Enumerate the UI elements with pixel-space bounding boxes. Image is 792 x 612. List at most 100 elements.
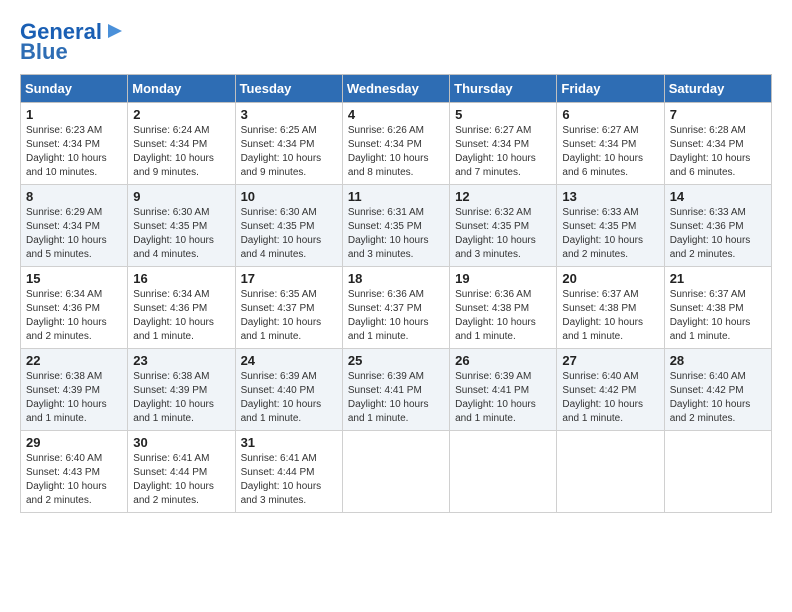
calendar-cell: 9 Sunrise: 6:30 AMSunset: 4:35 PMDayligh… xyxy=(128,185,235,267)
day-info: Sunrise: 6:23 AMSunset: 4:34 PMDaylight:… xyxy=(26,125,107,178)
day-number: 7 xyxy=(670,107,766,122)
day-info: Sunrise: 6:29 AMSunset: 4:34 PMDaylight:… xyxy=(26,207,107,260)
day-number: 21 xyxy=(670,271,766,286)
calendar-week-row: 1 Sunrise: 6:23 AMSunset: 4:34 PMDayligh… xyxy=(21,103,772,185)
day-info: Sunrise: 6:39 AMSunset: 4:41 PMDaylight:… xyxy=(455,371,536,424)
calendar-cell xyxy=(664,431,771,513)
day-info: Sunrise: 6:24 AMSunset: 4:34 PMDaylight:… xyxy=(133,125,214,178)
day-info: Sunrise: 6:41 AMSunset: 4:44 PMDaylight:… xyxy=(241,453,322,506)
day-number: 5 xyxy=(455,107,551,122)
calendar-cell: 11 Sunrise: 6:31 AMSunset: 4:35 PMDaylig… xyxy=(342,185,449,267)
calendar-cell: 15 Sunrise: 6:34 AMSunset: 4:36 PMDaylig… xyxy=(21,267,128,349)
day-info: Sunrise: 6:37 AMSunset: 4:38 PMDaylight:… xyxy=(562,289,643,342)
day-number: 13 xyxy=(562,189,658,204)
calendar-cell: 13 Sunrise: 6:33 AMSunset: 4:35 PMDaylig… xyxy=(557,185,664,267)
calendar-cell: 19 Sunrise: 6:36 AMSunset: 4:38 PMDaylig… xyxy=(450,267,557,349)
calendar-dow-tuesday: Tuesday xyxy=(235,75,342,103)
calendar-cell: 6 Sunrise: 6:27 AMSunset: 4:34 PMDayligh… xyxy=(557,103,664,185)
calendar-week-row: 15 Sunrise: 6:34 AMSunset: 4:36 PMDaylig… xyxy=(21,267,772,349)
day-info: Sunrise: 6:38 AMSunset: 4:39 PMDaylight:… xyxy=(26,371,107,424)
calendar-cell: 24 Sunrise: 6:39 AMSunset: 4:40 PMDaylig… xyxy=(235,349,342,431)
calendar-cell: 7 Sunrise: 6:28 AMSunset: 4:34 PMDayligh… xyxy=(664,103,771,185)
day-number: 4 xyxy=(348,107,444,122)
calendar-dow-saturday: Saturday xyxy=(664,75,771,103)
day-info: Sunrise: 6:40 AMSunset: 4:42 PMDaylight:… xyxy=(670,371,751,424)
day-number: 22 xyxy=(26,353,122,368)
day-number: 12 xyxy=(455,189,551,204)
day-info: Sunrise: 6:34 AMSunset: 4:36 PMDaylight:… xyxy=(26,289,107,342)
day-number: 20 xyxy=(562,271,658,286)
calendar-week-row: 8 Sunrise: 6:29 AMSunset: 4:34 PMDayligh… xyxy=(21,185,772,267)
calendar-table: SundayMondayTuesdayWednesdayThursdayFrid… xyxy=(20,74,772,513)
calendar-cell xyxy=(450,431,557,513)
day-info: Sunrise: 6:33 AMSunset: 4:35 PMDaylight:… xyxy=(562,207,643,260)
day-info: Sunrise: 6:26 AMSunset: 4:34 PMDaylight:… xyxy=(348,125,429,178)
day-number: 28 xyxy=(670,353,766,368)
calendar-dow-sunday: Sunday xyxy=(21,75,128,103)
day-number: 30 xyxy=(133,435,229,450)
calendar-cell: 2 Sunrise: 6:24 AMSunset: 4:34 PMDayligh… xyxy=(128,103,235,185)
calendar-cell: 25 Sunrise: 6:39 AMSunset: 4:41 PMDaylig… xyxy=(342,349,449,431)
day-number: 19 xyxy=(455,271,551,286)
day-info: Sunrise: 6:33 AMSunset: 4:36 PMDaylight:… xyxy=(670,207,751,260)
day-number: 16 xyxy=(133,271,229,286)
day-number: 6 xyxy=(562,107,658,122)
calendar-cell xyxy=(557,431,664,513)
calendar-cell: 12 Sunrise: 6:32 AMSunset: 4:35 PMDaylig… xyxy=(450,185,557,267)
calendar-cell: 31 Sunrise: 6:41 AMSunset: 4:44 PMDaylig… xyxy=(235,431,342,513)
day-info: Sunrise: 6:41 AMSunset: 4:44 PMDaylight:… xyxy=(133,453,214,506)
day-info: Sunrise: 6:31 AMSunset: 4:35 PMDaylight:… xyxy=(348,207,429,260)
calendar-cell: 23 Sunrise: 6:38 AMSunset: 4:39 PMDaylig… xyxy=(128,349,235,431)
calendar-header-row: SundayMondayTuesdayWednesdayThursdayFrid… xyxy=(21,75,772,103)
calendar-cell: 5 Sunrise: 6:27 AMSunset: 4:34 PMDayligh… xyxy=(450,103,557,185)
day-number: 26 xyxy=(455,353,551,368)
day-info: Sunrise: 6:32 AMSunset: 4:35 PMDaylight:… xyxy=(455,207,536,260)
day-number: 25 xyxy=(348,353,444,368)
day-number: 14 xyxy=(670,189,766,204)
calendar-cell: 10 Sunrise: 6:30 AMSunset: 4:35 PMDaylig… xyxy=(235,185,342,267)
calendar-cell: 4 Sunrise: 6:26 AMSunset: 4:34 PMDayligh… xyxy=(342,103,449,185)
calendar-cell: 3 Sunrise: 6:25 AMSunset: 4:34 PMDayligh… xyxy=(235,103,342,185)
calendar-cell: 26 Sunrise: 6:39 AMSunset: 4:41 PMDaylig… xyxy=(450,349,557,431)
day-number: 9 xyxy=(133,189,229,204)
calendar-dow-monday: Monday xyxy=(128,75,235,103)
day-info: Sunrise: 6:37 AMSunset: 4:38 PMDaylight:… xyxy=(670,289,751,342)
day-number: 29 xyxy=(26,435,122,450)
day-info: Sunrise: 6:40 AMSunset: 4:43 PMDaylight:… xyxy=(26,453,107,506)
day-info: Sunrise: 6:25 AMSunset: 4:34 PMDaylight:… xyxy=(241,125,322,178)
day-number: 24 xyxy=(241,353,337,368)
calendar-cell: 14 Sunrise: 6:33 AMSunset: 4:36 PMDaylig… xyxy=(664,185,771,267)
day-number: 23 xyxy=(133,353,229,368)
day-number: 27 xyxy=(562,353,658,368)
day-number: 15 xyxy=(26,271,122,286)
day-info: Sunrise: 6:36 AMSunset: 4:37 PMDaylight:… xyxy=(348,289,429,342)
day-number: 2 xyxy=(133,107,229,122)
day-info: Sunrise: 6:36 AMSunset: 4:38 PMDaylight:… xyxy=(455,289,536,342)
calendar-cell: 18 Sunrise: 6:36 AMSunset: 4:37 PMDaylig… xyxy=(342,267,449,349)
day-number: 18 xyxy=(348,271,444,286)
calendar-dow-thursday: Thursday xyxy=(450,75,557,103)
day-info: Sunrise: 6:28 AMSunset: 4:34 PMDaylight:… xyxy=(670,125,751,178)
calendar-cell: 17 Sunrise: 6:35 AMSunset: 4:37 PMDaylig… xyxy=(235,267,342,349)
day-info: Sunrise: 6:40 AMSunset: 4:42 PMDaylight:… xyxy=(562,371,643,424)
day-info: Sunrise: 6:39 AMSunset: 4:41 PMDaylight:… xyxy=(348,371,429,424)
day-number: 11 xyxy=(348,189,444,204)
day-info: Sunrise: 6:34 AMSunset: 4:36 PMDaylight:… xyxy=(133,289,214,342)
day-info: Sunrise: 6:27 AMSunset: 4:34 PMDaylight:… xyxy=(455,125,536,178)
calendar-cell: 30 Sunrise: 6:41 AMSunset: 4:44 PMDaylig… xyxy=(128,431,235,513)
day-number: 8 xyxy=(26,189,122,204)
day-info: Sunrise: 6:30 AMSunset: 4:35 PMDaylight:… xyxy=(241,207,322,260)
calendar-cell: 8 Sunrise: 6:29 AMSunset: 4:34 PMDayligh… xyxy=(21,185,128,267)
calendar-week-row: 29 Sunrise: 6:40 AMSunset: 4:43 PMDaylig… xyxy=(21,431,772,513)
day-info: Sunrise: 6:39 AMSunset: 4:40 PMDaylight:… xyxy=(241,371,322,424)
calendar-cell: 27 Sunrise: 6:40 AMSunset: 4:42 PMDaylig… xyxy=(557,349,664,431)
day-info: Sunrise: 6:38 AMSunset: 4:39 PMDaylight:… xyxy=(133,371,214,424)
calendar-cell xyxy=(342,431,449,513)
page-header: General Blue xyxy=(20,20,772,64)
day-info: Sunrise: 6:35 AMSunset: 4:37 PMDaylight:… xyxy=(241,289,322,342)
day-number: 17 xyxy=(241,271,337,286)
day-number: 1 xyxy=(26,107,122,122)
calendar-cell: 28 Sunrise: 6:40 AMSunset: 4:42 PMDaylig… xyxy=(664,349,771,431)
day-info: Sunrise: 6:30 AMSunset: 4:35 PMDaylight:… xyxy=(133,207,214,260)
calendar-cell: 16 Sunrise: 6:34 AMSunset: 4:36 PMDaylig… xyxy=(128,267,235,349)
